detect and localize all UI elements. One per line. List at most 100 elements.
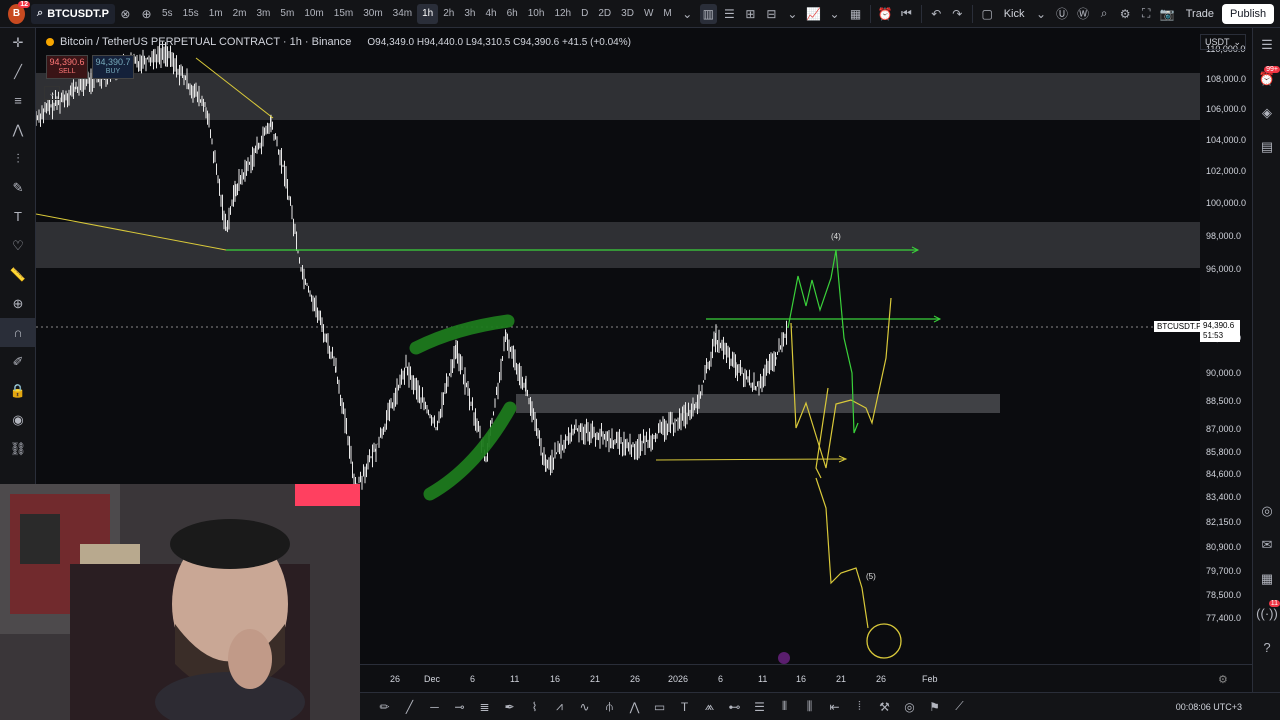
alerts-icon[interactable]: ⏰ 99+ bbox=[1253, 62, 1280, 96]
alert-icon[interactable]: ⏰ bbox=[877, 4, 894, 24]
trend-line-icon[interactable]: ╱ bbox=[0, 57, 36, 86]
timeframe-10m[interactable]: 10m bbox=[299, 4, 328, 24]
layout-icon[interactable]: ⊟ bbox=[763, 4, 780, 24]
timeframe-5s[interactable]: 5s bbox=[157, 4, 178, 24]
chat-icon[interactable]: ▤ bbox=[1253, 130, 1280, 164]
bars-icon[interactable]: ⦀ bbox=[772, 693, 797, 720]
window-icon[interactable]: ▢ bbox=[979, 4, 996, 24]
profile-w-icon[interactable]: Ⓦ bbox=[1075, 4, 1092, 24]
projection-icon[interactable]: ⫶ bbox=[0, 144, 36, 173]
timeframe-6h[interactable]: 6h bbox=[502, 4, 523, 24]
link-icon[interactable]: ⛓ bbox=[0, 434, 36, 463]
timeframe-30m[interactable]: 30m bbox=[358, 4, 387, 24]
lock-pencil-icon[interactable]: ✐ bbox=[0, 347, 36, 376]
candles-icon[interactable]: ▥ bbox=[699, 3, 717, 24]
arrow-icon[interactable]: ⇤ bbox=[822, 693, 847, 720]
timeframe-34m[interactable]: 34m bbox=[388, 4, 417, 24]
chart-type-icon[interactable]: 📈 bbox=[805, 4, 822, 24]
profile-u-icon[interactable]: Ⓤ bbox=[1054, 4, 1071, 24]
chevron-down-icon[interactable]: ⌄ bbox=[679, 4, 696, 24]
projection-line[interactable] bbox=[655, 458, 845, 461]
ruler-icon[interactable]: 📏 bbox=[0, 260, 36, 289]
timeframe-2h[interactable]: 2h bbox=[438, 4, 459, 24]
diag-icon[interactable]: ⟋ bbox=[947, 693, 972, 720]
timeframe-1h[interactable]: 1h bbox=[417, 3, 439, 24]
timeframe-2m[interactable]: 2m bbox=[228, 4, 252, 24]
chevron-down-icon[interactable]: ⌄ bbox=[826, 4, 843, 24]
price-scale[interactable]: 110,000.0 108,000.0 106,000.0 104,000.0 102,… bbox=[1200, 28, 1252, 664]
watchlist-icon[interactable]: ☰ bbox=[1253, 28, 1280, 62]
legend-pair[interactable]: Bitcoin / TetherUS PERPETUAL CONTRACT · … bbox=[60, 36, 351, 48]
grid-icon[interactable]: ▦ bbox=[847, 4, 864, 24]
target-icon[interactable]: ◎ bbox=[897, 693, 922, 720]
indicators-icon[interactable]: ☰ bbox=[721, 4, 738, 24]
layout-name[interactable]: Kick bbox=[1004, 8, 1025, 20]
settings-icon[interactable]: ⚙ bbox=[1117, 4, 1134, 24]
measure-icon[interactable]: ⊷ bbox=[722, 693, 747, 720]
layers-icon[interactable]: ◈ bbox=[1253, 96, 1280, 130]
broadcast-icon[interactable]: ((·)) 11 bbox=[1253, 596, 1280, 630]
timeframe-15s[interactable]: 15s bbox=[178, 4, 204, 24]
replay-icon[interactable]: ⏮ bbox=[898, 4, 915, 24]
time-scale[interactable]: 26 Dec 6 11 16 21 26 2026 6 11 16 21 26 Feb bbox=[360, 664, 1252, 692]
pencil-icon[interactable]: ✏ bbox=[372, 693, 397, 720]
timeframe-3h[interactable]: 3h bbox=[459, 4, 480, 24]
scenario-path[interactable] bbox=[790, 297, 892, 469]
timeframe-10h[interactable]: 10h bbox=[523, 4, 550, 24]
target-circle[interactable] bbox=[866, 623, 902, 659]
buy-button[interactable]: 94,390.7 BUY bbox=[92, 55, 134, 79]
add-symbol-icon[interactable]: ⊕ bbox=[138, 4, 155, 24]
pitchfork-icon[interactable]: ⫛ bbox=[597, 693, 622, 720]
compare-icon[interactable]: ⊗ bbox=[117, 4, 134, 24]
timeframe-3D[interactable]: 3D bbox=[616, 4, 639, 24]
sell-button[interactable]: 94,390.6 SELL bbox=[46, 55, 88, 79]
vol-icon[interactable]: ⦙ bbox=[847, 693, 872, 720]
timeframe-3m[interactable]: 3m bbox=[252, 4, 276, 24]
help-icon[interactable]: ? bbox=[1253, 630, 1280, 664]
timeframe-2D[interactable]: 2D bbox=[593, 4, 616, 24]
tools-icon[interactable]: ⚒ bbox=[872, 693, 897, 720]
timeframe-1m[interactable]: 1m bbox=[204, 4, 228, 24]
elliott-icon[interactable]: ⋀ bbox=[622, 693, 647, 720]
timeframe-5m[interactable]: 5m bbox=[275, 4, 299, 24]
redo-icon[interactable]: ↷ bbox=[949, 4, 966, 24]
text-icon[interactable]: T bbox=[0, 202, 36, 231]
flag-icon[interactable]: ⚑ bbox=[922, 693, 947, 720]
event-icon[interactable] bbox=[778, 652, 790, 664]
target-icon[interactable]: ◎ bbox=[1253, 494, 1280, 528]
ray-icon[interactable]: ─ bbox=[422, 693, 447, 720]
fib-icon[interactable]: ≣ bbox=[472, 693, 497, 720]
undo-icon[interactable]: ↶ bbox=[928, 4, 945, 24]
scenario-path[interactable] bbox=[815, 477, 869, 629]
eye-icon[interactable]: ◉ bbox=[0, 405, 36, 434]
columns-icon[interactable]: ⫼ bbox=[797, 693, 822, 720]
chevron-down-icon[interactable]: ⌄ bbox=[1033, 4, 1050, 24]
calendar-icon[interactable]: ▦ bbox=[1253, 562, 1280, 596]
camera-icon[interactable]: 📷 bbox=[1159, 4, 1176, 24]
timeframe-15m[interactable]: 15m bbox=[329, 4, 358, 24]
zigzag-icon[interactable]: ⩕ bbox=[697, 693, 722, 720]
crosshair-icon[interactable]: ✛ bbox=[0, 28, 36, 57]
timeframe-4h[interactable]: 4h bbox=[481, 4, 502, 24]
gear-icon[interactable]: ⚙ bbox=[1218, 673, 1228, 686]
collapse-legend-button[interactable]: ⌄ bbox=[44, 86, 60, 100]
utc-clock[interactable]: 00:08:06 UTC+3 bbox=[1176, 702, 1242, 712]
comment-icon[interactable]: ✉ bbox=[1253, 528, 1280, 562]
hline-icon[interactable]: ⊸ bbox=[447, 693, 472, 720]
fib-icon[interactable]: ≡ bbox=[0, 86, 36, 115]
user-avatar[interactable]: B 12 bbox=[8, 0, 31, 24]
timeframe-D[interactable]: D bbox=[576, 4, 593, 24]
pattern-icon[interactable]: ⩘ bbox=[547, 693, 572, 720]
timeframe-12h[interactable]: 12h bbox=[549, 4, 576, 24]
rectangle-icon[interactable]: ▭ bbox=[647, 693, 672, 720]
brush-icon[interactable]: ✒ bbox=[497, 693, 522, 720]
pattern-icon[interactable]: ⋀ bbox=[0, 115, 36, 144]
zoom-in-icon[interactable]: ⊕ bbox=[0, 289, 36, 318]
timeframe-M[interactable]: M bbox=[658, 4, 676, 24]
symbol-search[interactable]: ⌕ BTCUSDT.P bbox=[31, 3, 115, 24]
brush-icon[interactable]: ✎ bbox=[0, 173, 36, 202]
templates-icon[interactable]: ⊞ bbox=[742, 4, 759, 24]
list-icon[interactable]: ☰ bbox=[747, 693, 772, 720]
fullscreen-icon[interactable]: ⛶ bbox=[1138, 4, 1155, 24]
heart-icon[interactable]: ♡ bbox=[0, 231, 36, 260]
